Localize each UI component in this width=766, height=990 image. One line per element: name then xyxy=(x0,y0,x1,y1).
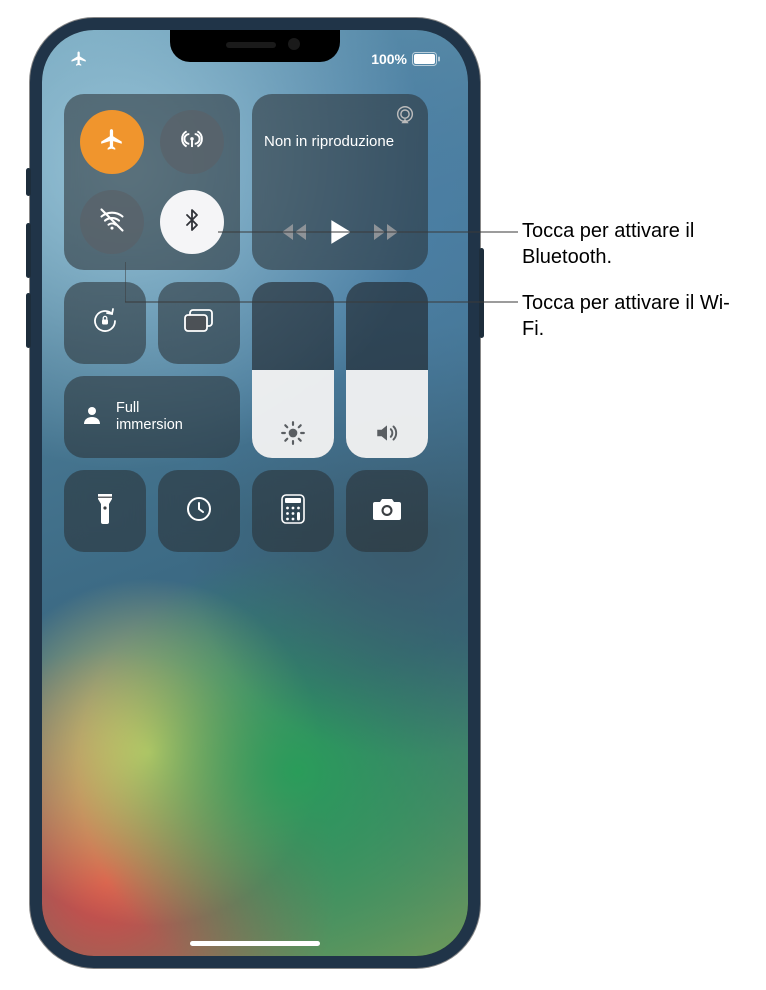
focus-label: Full immersion xyxy=(116,400,183,433)
volume-down-btn xyxy=(26,293,31,348)
orientation-lock-icon xyxy=(88,304,122,343)
focus-person-icon xyxy=(80,403,104,432)
bluetooth-toggle[interactable] xyxy=(160,190,224,254)
calculator-icon xyxy=(281,494,305,529)
wifi-toggle[interactable] xyxy=(80,190,144,254)
cellular-data-toggle[interactable] xyxy=(160,110,224,174)
status-battery-text: 100% xyxy=(371,51,407,67)
antenna-icon xyxy=(179,127,205,158)
flashlight-button[interactable] xyxy=(64,470,146,552)
volume-up-btn xyxy=(26,223,31,278)
volume-slider[interactable] xyxy=(346,282,428,458)
screen-mirroring-icon xyxy=(182,307,216,340)
airplane-mode-toggle[interactable] xyxy=(80,110,144,174)
notch xyxy=(170,30,340,62)
bluetooth-icon xyxy=(180,208,204,237)
calculator-button[interactable] xyxy=(252,470,334,552)
callout-bluetooth: Tocca per attivare il Bluetooth. xyxy=(522,218,752,270)
control-center: Non in riproduzione xyxy=(64,94,446,552)
battery-icon xyxy=(412,52,440,66)
home-indicator[interactable] xyxy=(190,941,320,946)
airplay-icon[interactable] xyxy=(394,104,416,131)
iphone-device-frame: 100% xyxy=(30,18,480,968)
status-airplane-icon xyxy=(70,50,88,68)
timer-button[interactable] xyxy=(158,470,240,552)
play-button[interactable] xyxy=(329,219,351,250)
callout-bluetooth-text: Tocca per attivare il Bluetooth. xyxy=(522,220,694,268)
flashlight-icon xyxy=(96,493,114,530)
timer-icon xyxy=(184,494,214,529)
mute-switch xyxy=(26,168,31,196)
callout-wifi-text: Tocca per attivare il Wi-Fi. xyxy=(522,292,730,340)
callout-wifi: Tocca per attivare il Wi-Fi. xyxy=(522,290,752,342)
media-title: Non in riproduzione xyxy=(264,133,416,150)
volume-icon xyxy=(346,420,428,446)
wifi-off-icon xyxy=(98,206,126,239)
connectivity-module[interactable] xyxy=(64,94,240,270)
focus-mode-button[interactable]: Full immersion xyxy=(64,376,240,458)
forward-button[interactable] xyxy=(372,221,400,248)
camera-icon xyxy=(371,496,403,527)
brightness-slider[interactable] xyxy=(252,282,334,458)
callout-bluetooth-leader xyxy=(218,231,518,233)
airplane-icon xyxy=(99,127,125,158)
brightness-icon xyxy=(252,420,334,446)
rewind-button[interactable] xyxy=(280,221,308,248)
callout-wifi-leader xyxy=(125,262,520,304)
camera-button[interactable] xyxy=(346,470,428,552)
media-module[interactable]: Non in riproduzione xyxy=(252,94,428,270)
